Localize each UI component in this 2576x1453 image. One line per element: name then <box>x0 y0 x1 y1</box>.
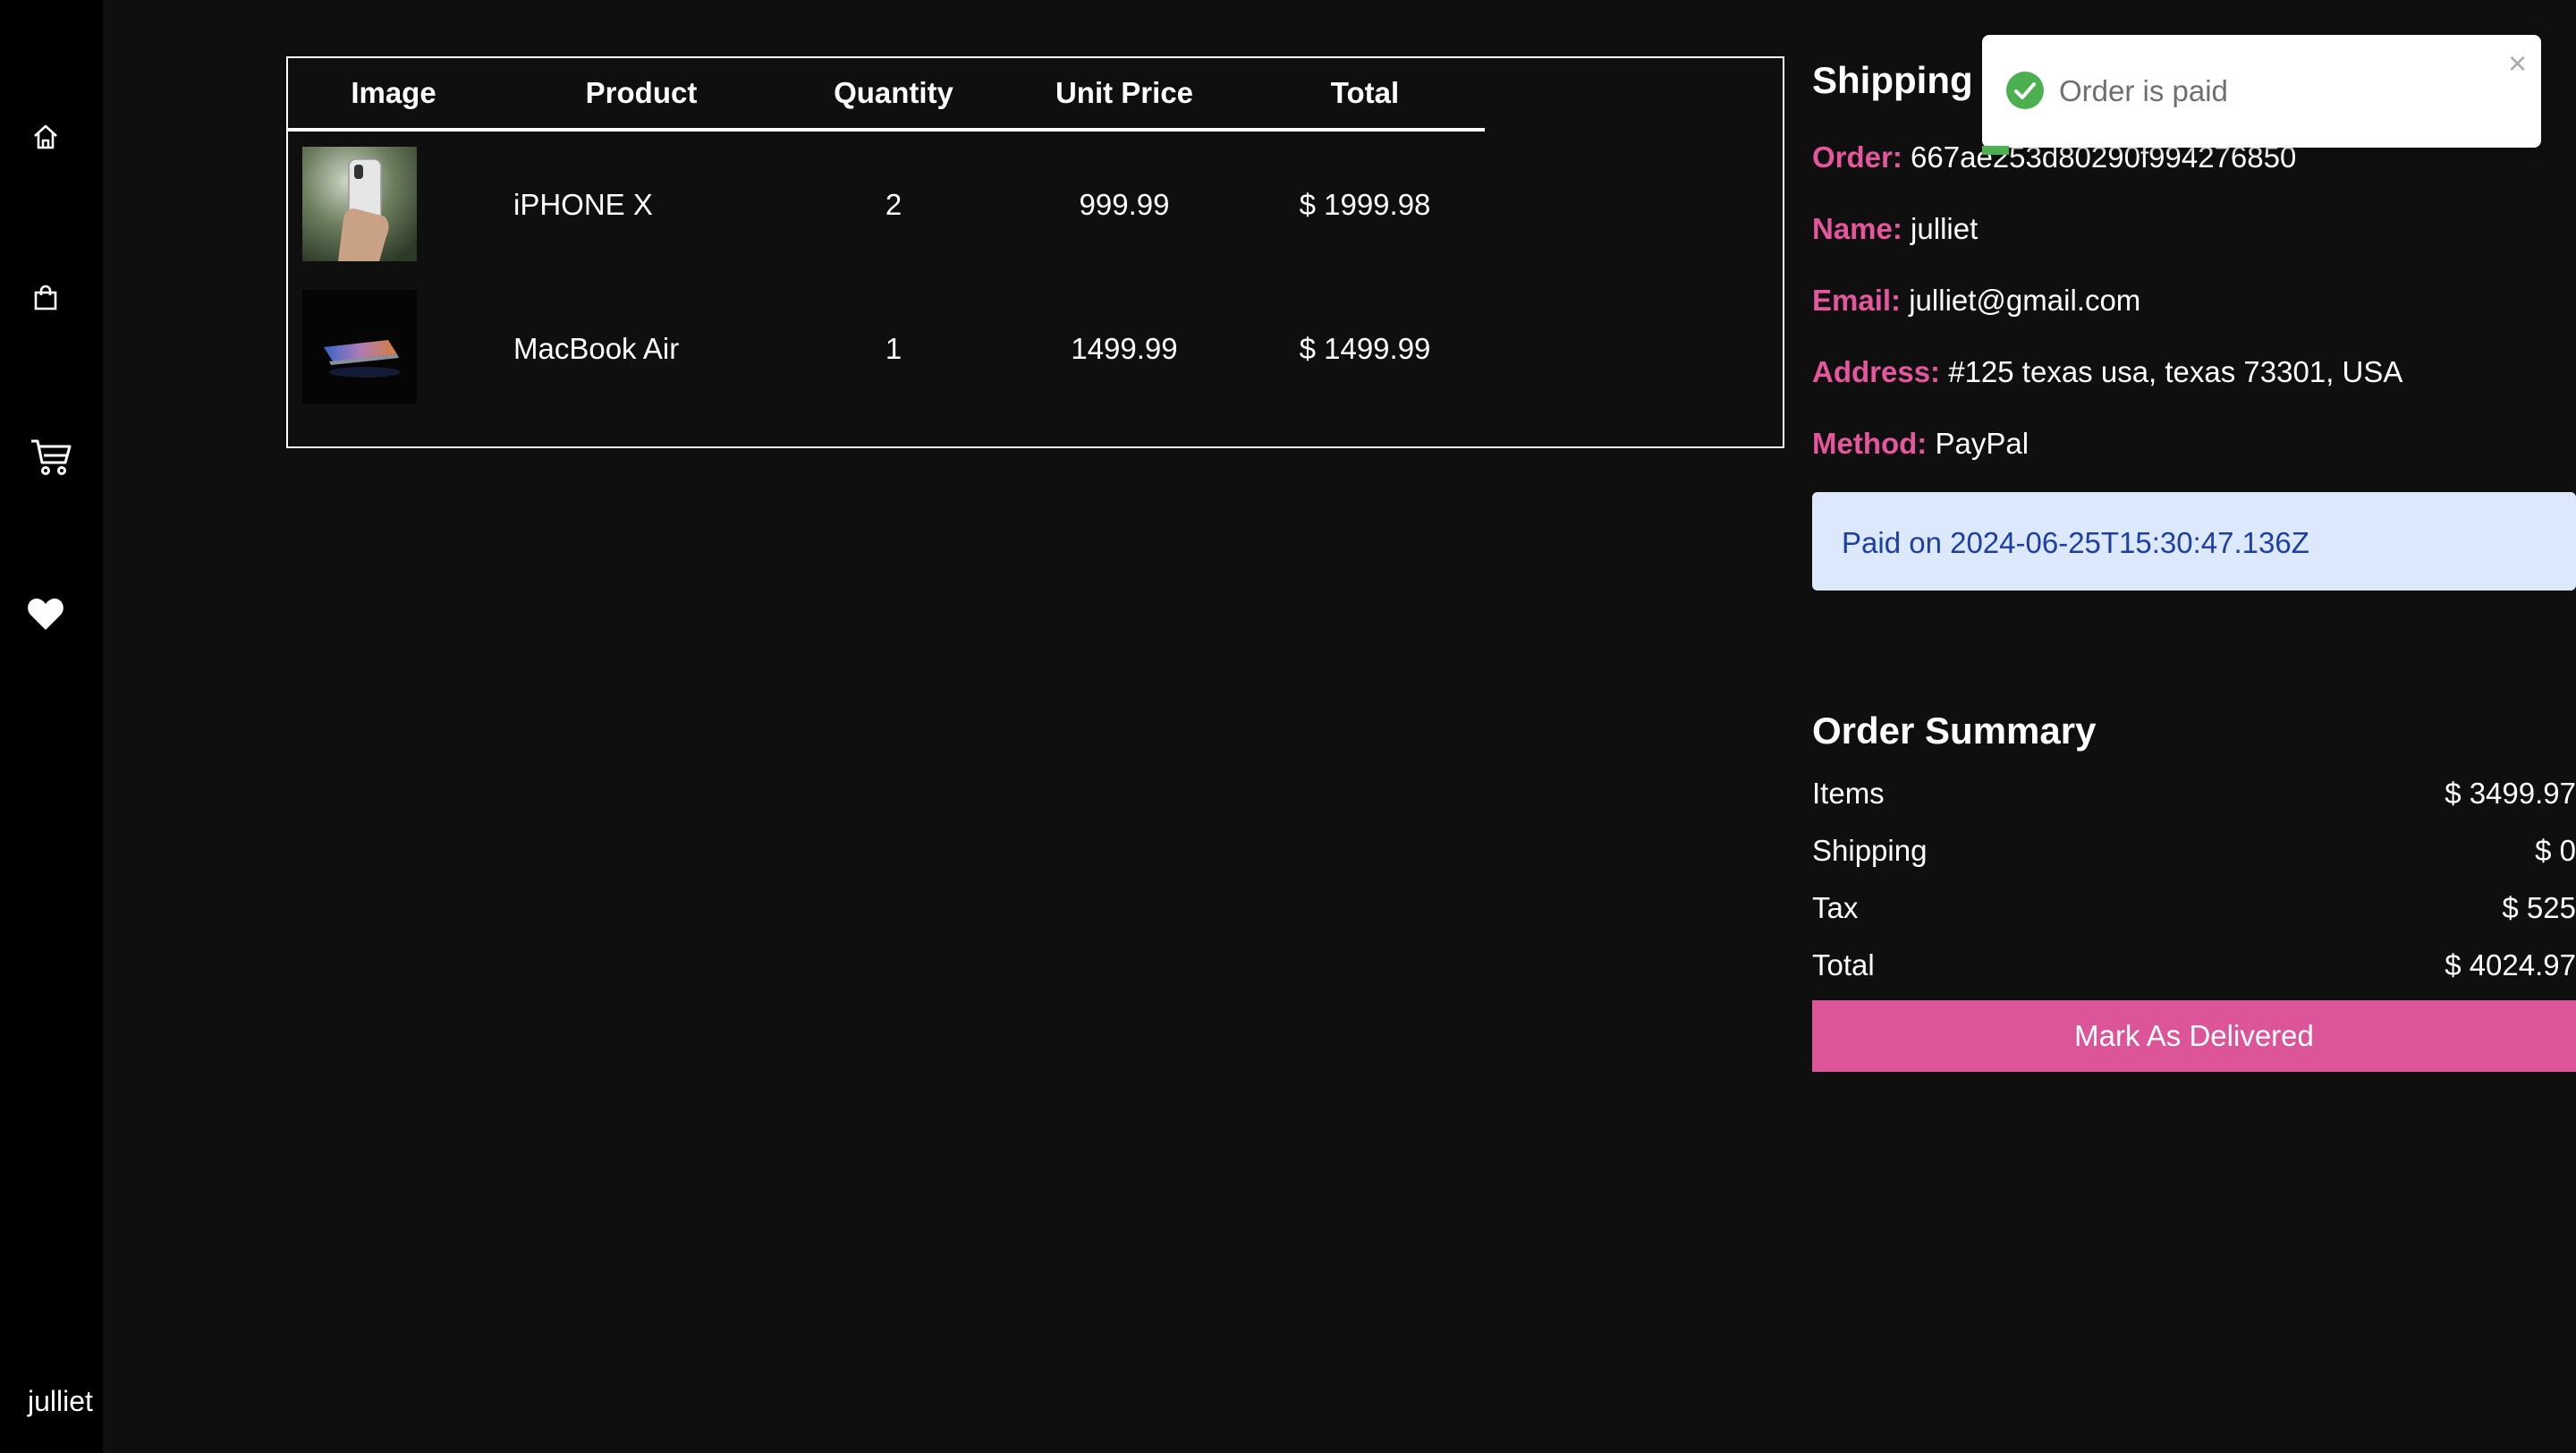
name-row: Name: julliet <box>1812 212 1978 246</box>
address-value: #125 texas usa, texas 73301, USA <box>1948 355 2403 388</box>
product-name[interactable]: iPHONE X <box>513 188 653 222</box>
summary-total-value: $ 4024.97 <box>2445 948 2576 981</box>
address-label: Address: <box>1812 355 1941 388</box>
column-header-unit-price: Unit Price <box>1055 76 1194 109</box>
quantity-cell: 1 <box>885 332 902 365</box>
summary-items-label: Items <box>1812 777 1885 810</box>
paid-status-text: Paid on 2024-06-25T15:30:47.136Z <box>1842 526 2309 559</box>
summary-shipping-label: Shipping <box>1812 834 1928 867</box>
product-name[interactable]: MacBook Air <box>513 332 679 366</box>
shipping-title: Shipping <box>1812 59 1973 101</box>
product-image-macbook[interactable] <box>302 290 417 404</box>
paid-status-alert: Paid on 2024-06-25T15:30:47.136Z <box>1812 492 2576 591</box>
email-value: julliet@gmail.com <box>1909 284 2141 317</box>
unit-price-cell: 1499.99 <box>1071 332 1178 365</box>
method-value: PayPal <box>1935 427 2029 460</box>
toast-notification: Order is paid × <box>1982 35 2541 155</box>
name-label: Name: <box>1812 212 1902 245</box>
name-value: julliet <box>1911 212 1979 245</box>
total-cell: $ 1999.98 <box>1299 188 1431 221</box>
sidebar-username[interactable]: julliet <box>28 1385 93 1418</box>
summary-shipping-value: $ 0 <box>2535 834 2576 867</box>
close-icon[interactable]: × <box>2508 47 2527 80</box>
summary-tax-value: $ 525 <box>2502 891 2576 924</box>
order-items-table <box>286 56 1784 448</box>
total-cell: $ 1499.99 <box>1299 332 1431 365</box>
column-header-total: Total <box>1330 76 1400 109</box>
email-label: Email: <box>1812 284 1902 317</box>
header-divider <box>288 128 1485 132</box>
column-header-image: Image <box>351 76 436 109</box>
column-header-quantity: Quantity <box>834 76 953 109</box>
success-check-icon <box>2006 72 2044 109</box>
column-header-product: Product <box>585 76 698 109</box>
summary-items-value: $ 3499.97 <box>2445 777 2576 810</box>
unit-price-cell: 999.99 <box>1079 188 1170 221</box>
home-icon[interactable] <box>23 115 68 159</box>
cart-icon[interactable] <box>29 435 73 480</box>
heart-icon[interactable] <box>23 591 68 636</box>
sidebar: julliet <box>0 0 103 1453</box>
address-row: Address: #125 texas usa, texas 73301, US… <box>1812 355 2402 389</box>
method-row: Method: PayPal <box>1812 427 2029 461</box>
order-label: Order: <box>1812 140 1902 174</box>
method-label: Method: <box>1812 427 1928 460</box>
shopping-bag-icon[interactable] <box>23 276 68 320</box>
email-row: Email: julliet@gmail.com <box>1812 284 2140 318</box>
toast-message: Order is paid <box>2059 74 2228 107</box>
order-summary-title: Order Summary <box>1812 710 2097 752</box>
summary-tax-label: Tax <box>1812 891 1859 924</box>
summary-total-label: Total <box>1812 948 1875 981</box>
product-image-iphone[interactable] <box>302 147 417 261</box>
toast-progress-bar <box>1982 146 2009 155</box>
mark-as-delivered-button[interactable]: Mark As Delivered <box>1812 1000 2576 1072</box>
quantity-cell: 2 <box>885 188 902 221</box>
